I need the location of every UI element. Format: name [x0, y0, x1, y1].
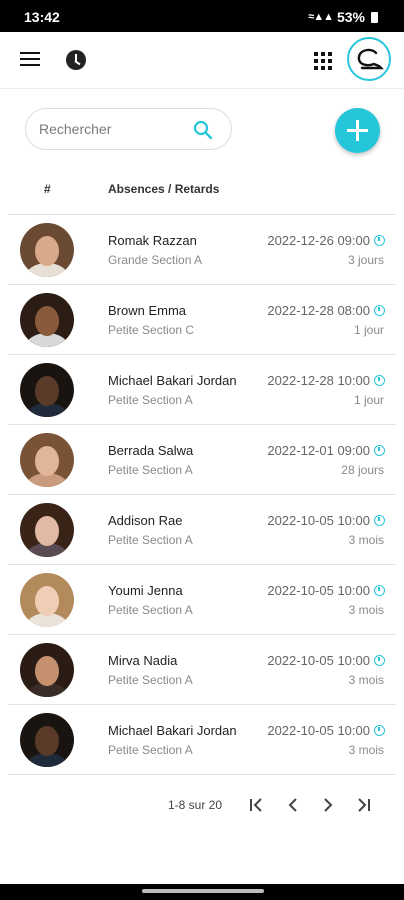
absence-date: 2022-12-28 10:00 [267, 373, 370, 388]
table-row[interactable]: Addison Rae Petite Section A 2022-10-05 10… [8, 495, 396, 565]
search-placeholder: Rechercher [39, 121, 112, 137]
absence-date: 2022-10-05 10:00 [267, 513, 370, 528]
menu-icon[interactable] [20, 51, 40, 67]
table-row[interactable]: Brown Emma Petite Section C 2022-12-28 08:… [8, 285, 396, 355]
student-photo [20, 713, 74, 767]
home-gesture-handle[interactable] [142, 889, 264, 893]
absence-date: 2022-12-01 09:00 [267, 443, 370, 458]
student-name: Addison Rae [108, 513, 183, 528]
student-class: Petite Section A [108, 393, 193, 407]
previous-page-icon[interactable] [282, 794, 304, 816]
student-name: Michael Bakari Jordan [108, 723, 237, 738]
student-photo [20, 433, 74, 487]
student-photo [20, 573, 74, 627]
school-logo-icon [357, 48, 384, 70]
student-class: Petite Section A [108, 673, 193, 687]
table-row[interactable]: Mirva Nadia Petite Section A 2022-10-05 10… [8, 635, 396, 705]
absence-list: Romak Razzan Grande Section A 2022-12-26 0… [8, 215, 396, 775]
profile-avatar[interactable] [347, 37, 391, 81]
absence-date: 2022-12-26 09:00 [267, 233, 370, 248]
battery-icon [371, 11, 378, 23]
next-page-icon[interactable] [317, 794, 339, 816]
column-header-number: # [44, 182, 51, 196]
pagination: 1-8 sur 20 [0, 790, 404, 820]
alarm-clock-icon [374, 585, 385, 596]
table-row[interactable]: Berrada Salwa Petite Section A 2022-12-01 … [8, 425, 396, 495]
search-input[interactable]: Rechercher [25, 108, 232, 150]
table-row[interactable]: Romak Razzan Grande Section A 2022-12-26 0… [8, 215, 396, 285]
absence-duration: 3 mois [348, 743, 384, 757]
status-bar: 13:42 ≈▲▲ 53% [0, 0, 404, 32]
absence-duration: 3 mois [348, 533, 384, 547]
system-nav-bar [0, 884, 404, 900]
alarm-clock-icon [374, 515, 385, 526]
absence-duration: 1 jour [353, 323, 384, 337]
first-page-icon[interactable] [246, 794, 268, 816]
column-header-absences: Absences / Retards [108, 182, 220, 196]
table-row[interactable]: Michael Bakari Jordan Petite Section A 202… [8, 355, 396, 425]
alarm-clock-icon [374, 235, 385, 246]
student-class: Grande Section A [108, 253, 203, 267]
student-name: Brown Emma [108, 303, 187, 318]
table-header: # Absences / Retards [8, 170, 396, 215]
status-time: 13:42 [24, 9, 60, 25]
student-class: Petite Section C [108, 323, 195, 337]
student-photo [20, 363, 74, 417]
search-icon[interactable] [193, 120, 213, 140]
absence-date: 2022-10-05 10:00 [267, 583, 370, 598]
absence-duration: 3 mois [348, 673, 384, 687]
alarm-clock-icon [374, 305, 385, 316]
app-bar [0, 32, 404, 89]
status-icons: ≈▲▲ 53% [308, 9, 378, 25]
student-photo [20, 503, 74, 557]
absence-duration: 1 jour [353, 393, 384, 407]
apps-grid-icon[interactable] [314, 52, 332, 70]
student-class: Petite Section A [108, 743, 193, 757]
student-class: Petite Section A [108, 463, 193, 477]
student-photo [20, 293, 74, 347]
student-name: Romak Razzan [108, 233, 197, 248]
absence-duration: 3 jours [347, 253, 384, 267]
pagination-label: 1-8 sur 20 [168, 798, 223, 812]
last-page-icon[interactable] [352, 794, 374, 816]
table-row[interactable]: Michael Bakari Jordan Petite Section A 202… [8, 705, 396, 775]
alarm-clock-icon [374, 655, 385, 666]
table-row[interactable]: Youmi Jenna Petite Section A 2022-10-05 10… [8, 565, 396, 635]
student-name: Mirva Nadia [108, 653, 178, 668]
add-button[interactable] [335, 108, 380, 153]
student-name: Youmi Jenna [108, 583, 183, 598]
history-icon[interactable] [66, 50, 86, 70]
alarm-clock-icon [374, 725, 385, 736]
absence-date: 2022-10-05 10:00 [267, 723, 370, 738]
wifi-signal-icon: ≈▲▲ [308, 11, 334, 23]
absence-duration: 3 mois [348, 603, 384, 617]
student-name: Berrada Salwa [108, 443, 194, 458]
alarm-clock-icon [374, 445, 385, 456]
battery-level: 53% [336, 9, 365, 25]
absence-date: 2022-12-28 08:00 [267, 303, 370, 318]
alarm-clock-icon [374, 375, 385, 386]
absence-duration: 28 jours [341, 463, 384, 477]
student-photo [20, 223, 74, 277]
student-photo [20, 643, 74, 697]
student-name: Michael Bakari Jordan [108, 373, 237, 388]
student-class: Petite Section A [108, 603, 193, 617]
student-class: Petite Section A [108, 533, 193, 547]
absence-date: 2022-10-05 10:00 [267, 653, 370, 668]
